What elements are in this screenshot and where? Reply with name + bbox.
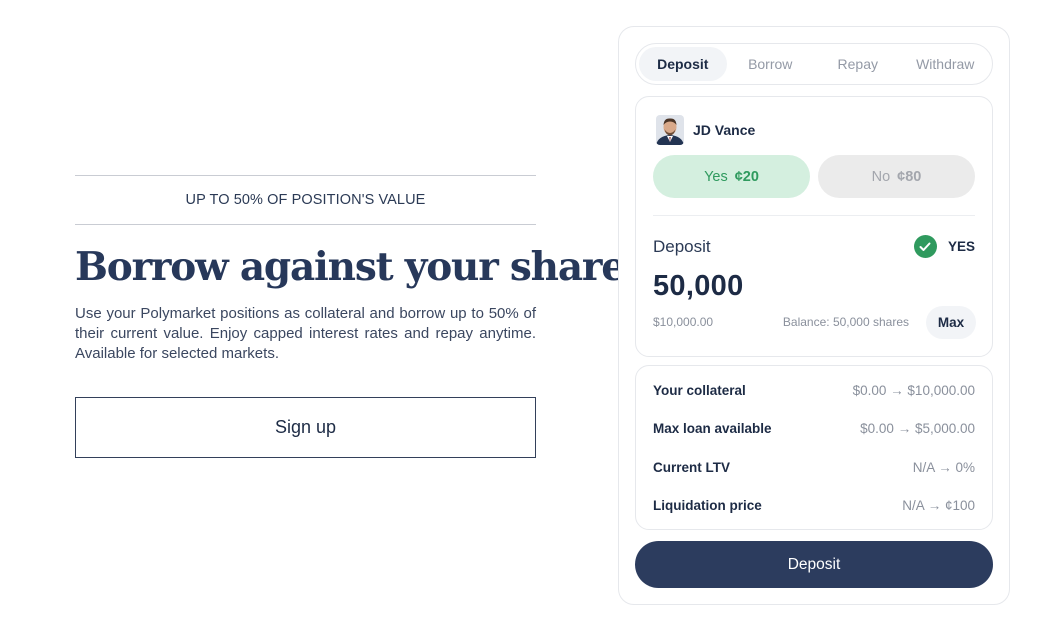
stat-label: Max loan available	[653, 420, 772, 436]
page-headline: Borrow against your shares	[75, 244, 647, 290]
stat-value: N/A → ¢100	[902, 497, 975, 513]
usd-value: $10,000.00	[653, 315, 714, 329]
hero-section: UP TO 50% OF POSITION'S VALUE Borrow aga…	[75, 175, 647, 458]
deposit-amount-input[interactable]: 50,000	[653, 270, 744, 303]
selected-side-indicator: YES	[913, 235, 975, 258]
signup-button[interactable]: Sign up	[75, 397, 536, 458]
check-circle-icon	[913, 235, 937, 258]
tab-borrow[interactable]: Borrow	[727, 47, 815, 81]
deposit-panel: JD Vance Yes ¢20 No ¢80 Deposit YES 50,0…	[635, 96, 993, 357]
stat-value: $0.00 → $10,000.00	[852, 382, 975, 398]
tab-repay[interactable]: Repay	[814, 47, 902, 81]
stat-row-max-loan: Max loan available $0.00 → $5,000.00	[653, 418, 975, 438]
loan-summary: Your collateral $0.00 → $10,000.00 Max l…	[635, 365, 993, 530]
deposit-label: Deposit	[653, 237, 711, 256]
hero-description: Use your Polymarket positions as collate…	[75, 305, 536, 362]
side-label: YES	[947, 239, 975, 254]
tab-deposit[interactable]: Deposit	[639, 47, 727, 81]
no-label: No	[871, 168, 891, 185]
person-avatar	[656, 115, 684, 145]
stat-label: Current LTV	[653, 459, 730, 475]
eyebrow-text: UP TO 50% OF POSITION'S VALUE	[75, 175, 536, 225]
market-header: JD Vance	[656, 115, 755, 145]
stat-label: Liquidation price	[653, 497, 762, 513]
outcome-selector: Yes ¢20 No ¢80	[653, 155, 975, 198]
no-outcome-button[interactable]: No ¢80	[818, 155, 975, 198]
stat-row-collateral: Your collateral $0.00 → $10,000.00	[653, 380, 975, 400]
stat-row-liquidation: Liquidation price N/A → ¢100	[653, 495, 975, 515]
loan-card: Deposit Borrow Repay Withdraw JD Vance Y…	[618, 26, 1010, 605]
yes-outcome-button[interactable]: Yes ¢20	[653, 155, 810, 198]
action-tabs: Deposit Borrow Repay Withdraw	[635, 43, 993, 85]
market-name: JD Vance	[693, 122, 756, 138]
no-price: ¢80	[897, 168, 922, 185]
stat-label: Your collateral	[653, 382, 746, 398]
deposit-submit-button[interactable]: Deposit	[635, 541, 993, 588]
stat-row-ltv: Current LTV N/A → 0%	[653, 457, 975, 477]
tab-withdraw[interactable]: Withdraw	[902, 47, 990, 81]
yes-price: ¢20	[734, 168, 759, 185]
max-button[interactable]: Max	[926, 306, 976, 339]
share-balance: Balance: 50,000 shares	[782, 315, 909, 329]
divider	[653, 215, 975, 216]
stat-value: $0.00 → $5,000.00	[860, 420, 975, 436]
stat-value: N/A → 0%	[912, 459, 975, 475]
yes-label: Yes	[704, 168, 728, 185]
